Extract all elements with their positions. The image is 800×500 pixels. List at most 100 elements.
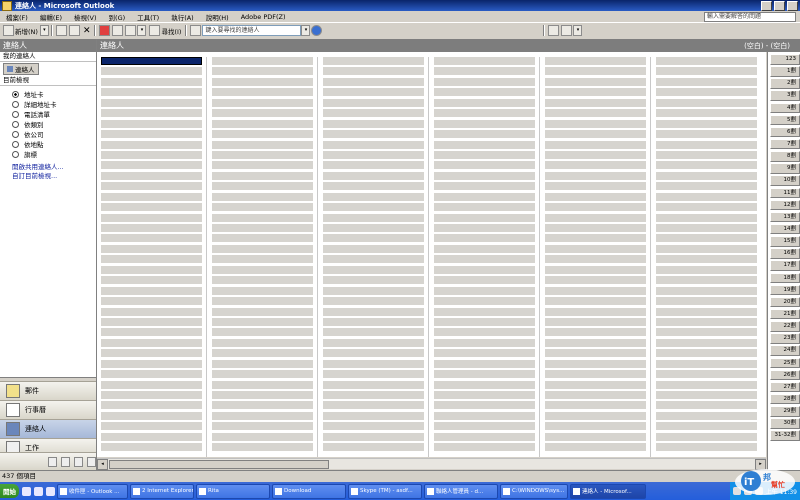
contact-card-placeholder[interactable] (656, 401, 757, 410)
contact-card-placeholder[interactable] (323, 234, 424, 243)
menu-actions[interactable]: 執行(A) (165, 12, 200, 22)
contact-card-placeholder[interactable] (101, 182, 202, 191)
contact-card-placeholder[interactable] (656, 307, 757, 316)
contact-card-placeholder[interactable] (323, 391, 424, 399)
contact-card-placeholder[interactable] (323, 265, 424, 274)
contact-card-placeholder[interactable] (656, 98, 757, 107)
contact-card-placeholder[interactable] (434, 182, 535, 191)
column-divider[interactable] (206, 57, 207, 457)
contact-card-placeholder[interactable] (101, 140, 202, 149)
task-contacts-outlook[interactable]: 連絡人 - Microsof... (570, 483, 646, 499)
contact-card-placeholder[interactable] (101, 98, 202, 107)
contact-card-placeholder[interactable] (323, 213, 424, 222)
adobe-pdf-convert-icon[interactable] (548, 25, 560, 36)
contact-card-placeholder[interactable] (656, 370, 757, 379)
address-cards-view[interactable] (97, 52, 766, 457)
contact-card-placeholder[interactable] (323, 203, 424, 212)
contact-card-placeholder[interactable] (434, 119, 535, 128)
start-button[interactable]: 開始 (0, 484, 19, 498)
index-tab[interactable]: 14劃 (770, 223, 800, 235)
contact-card-placeholder[interactable] (545, 349, 646, 358)
contact-card-placeholder[interactable] (656, 67, 757, 76)
contact-card-placeholder[interactable] (323, 224, 424, 232)
contact-card-placeholder[interactable] (323, 130, 424, 139)
contact-card-placeholder[interactable] (323, 328, 424, 337)
contact-card-placeholder[interactable] (434, 286, 535, 295)
contact-card-placeholder[interactable] (656, 338, 757, 347)
index-tab[interactable]: 20劃 (770, 296, 800, 308)
contact-card-placeholder[interactable] (434, 130, 535, 139)
contact-card-placeholder[interactable] (434, 359, 535, 368)
contact-card-placeholder[interactable] (323, 338, 424, 347)
selected-contact-card[interactable] (101, 57, 202, 65)
contact-card-placeholder[interactable] (656, 171, 757, 180)
contact-card-placeholder[interactable] (212, 77, 313, 86)
contact-card-placeholder[interactable] (212, 265, 313, 274)
contact-card-placeholder[interactable] (323, 98, 424, 107)
contact-card-placeholder[interactable] (212, 338, 313, 347)
contact-card-placeholder[interactable] (434, 98, 535, 107)
current-view-heading[interactable]: 目前檢視 (0, 76, 96, 86)
contact-card-placeholder[interactable] (545, 432, 646, 441)
contact-card-placeholder[interactable] (545, 88, 646, 97)
index-tab[interactable]: 28劃 (770, 393, 800, 405)
contact-card-placeholder[interactable] (434, 213, 535, 222)
contact-card-placeholder[interactable] (656, 77, 757, 86)
contact-card-placeholder[interactable] (323, 171, 424, 180)
contact-card-placeholder[interactable] (656, 349, 757, 358)
contact-card-placeholder[interactable] (656, 244, 757, 253)
contact-card-placeholder[interactable] (656, 119, 757, 128)
contact-card-placeholder[interactable] (434, 401, 535, 410)
contact-card-placeholder[interactable] (323, 244, 424, 253)
contact-card-placeholder[interactable] (101, 359, 202, 368)
contact-card-placeholder[interactable] (434, 171, 535, 180)
contact-card-placeholder[interactable] (434, 391, 535, 399)
contact-card-placeholder[interactable] (545, 411, 646, 420)
contact-card-placeholder[interactable] (212, 150, 313, 159)
contact-card-placeholder[interactable] (101, 432, 202, 441)
contact-card-placeholder[interactable] (545, 328, 646, 337)
move-to-folder-icon[interactable] (68, 25, 80, 36)
contact-card-placeholder[interactable] (434, 57, 535, 65)
contact-card-placeholder[interactable] (545, 307, 646, 316)
contact-card-placeholder[interactable] (656, 57, 757, 65)
index-tab[interactable]: 27劃 (770, 381, 800, 393)
contact-card-placeholder[interactable] (545, 192, 646, 201)
contact-card-placeholder[interactable] (212, 171, 313, 180)
contact-card-placeholder[interactable] (434, 109, 535, 118)
contact-card-placeholder[interactable] (545, 77, 646, 86)
contact-card-placeholder[interactable] (323, 401, 424, 410)
contact-card-placeholder[interactable] (656, 286, 757, 295)
contact-card-placeholder[interactable] (101, 380, 202, 389)
contact-card-placeholder[interactable] (656, 161, 757, 170)
contact-search-input[interactable]: 鍵入要尋找的連絡人 (202, 25, 302, 36)
contact-card-placeholder[interactable] (323, 109, 424, 118)
contact-card-placeholder[interactable] (101, 119, 202, 128)
menu-adobe-pdf[interactable]: Adobe PDF(Z) (235, 13, 292, 21)
contact-card-placeholder[interactable] (212, 380, 313, 389)
index-tab[interactable]: 10劃 (770, 175, 800, 186)
column-divider[interactable] (650, 57, 651, 457)
contact-card-placeholder[interactable] (434, 255, 535, 264)
contact-card-placeholder[interactable] (101, 161, 202, 170)
index-tab[interactable]: 15劃 (770, 236, 800, 247)
index-tab[interactable]: 3劃 (770, 90, 800, 101)
contact-card-placeholder[interactable] (545, 213, 646, 222)
notes-icon[interactable] (48, 456, 57, 467)
tray-volume-icon[interactable] (754, 487, 763, 495)
quick-launch-browser-icon[interactable] (34, 486, 43, 496)
contact-card-placeholder[interactable] (101, 109, 202, 118)
contact-card-placeholder[interactable] (323, 380, 424, 389)
menu-edit[interactable]: 編輯(E) (34, 12, 68, 22)
contact-card-placeholder[interactable] (212, 317, 313, 326)
contact-card-placeholder[interactable] (101, 286, 202, 295)
contact-card-placeholder[interactable] (212, 422, 313, 431)
contact-card-placeholder[interactable] (101, 234, 202, 243)
horizontal-scrollbar[interactable]: ◂ ▸ (97, 458, 766, 470)
adobe-pdf-attach-icon[interactable] (561, 25, 573, 36)
contact-card-placeholder[interactable] (323, 307, 424, 316)
contact-card-placeholder[interactable] (212, 307, 313, 316)
contact-card-placeholder[interactable] (212, 286, 313, 295)
contact-card-placeholder[interactable] (323, 140, 424, 149)
contact-card-placeholder[interactable] (545, 224, 646, 232)
